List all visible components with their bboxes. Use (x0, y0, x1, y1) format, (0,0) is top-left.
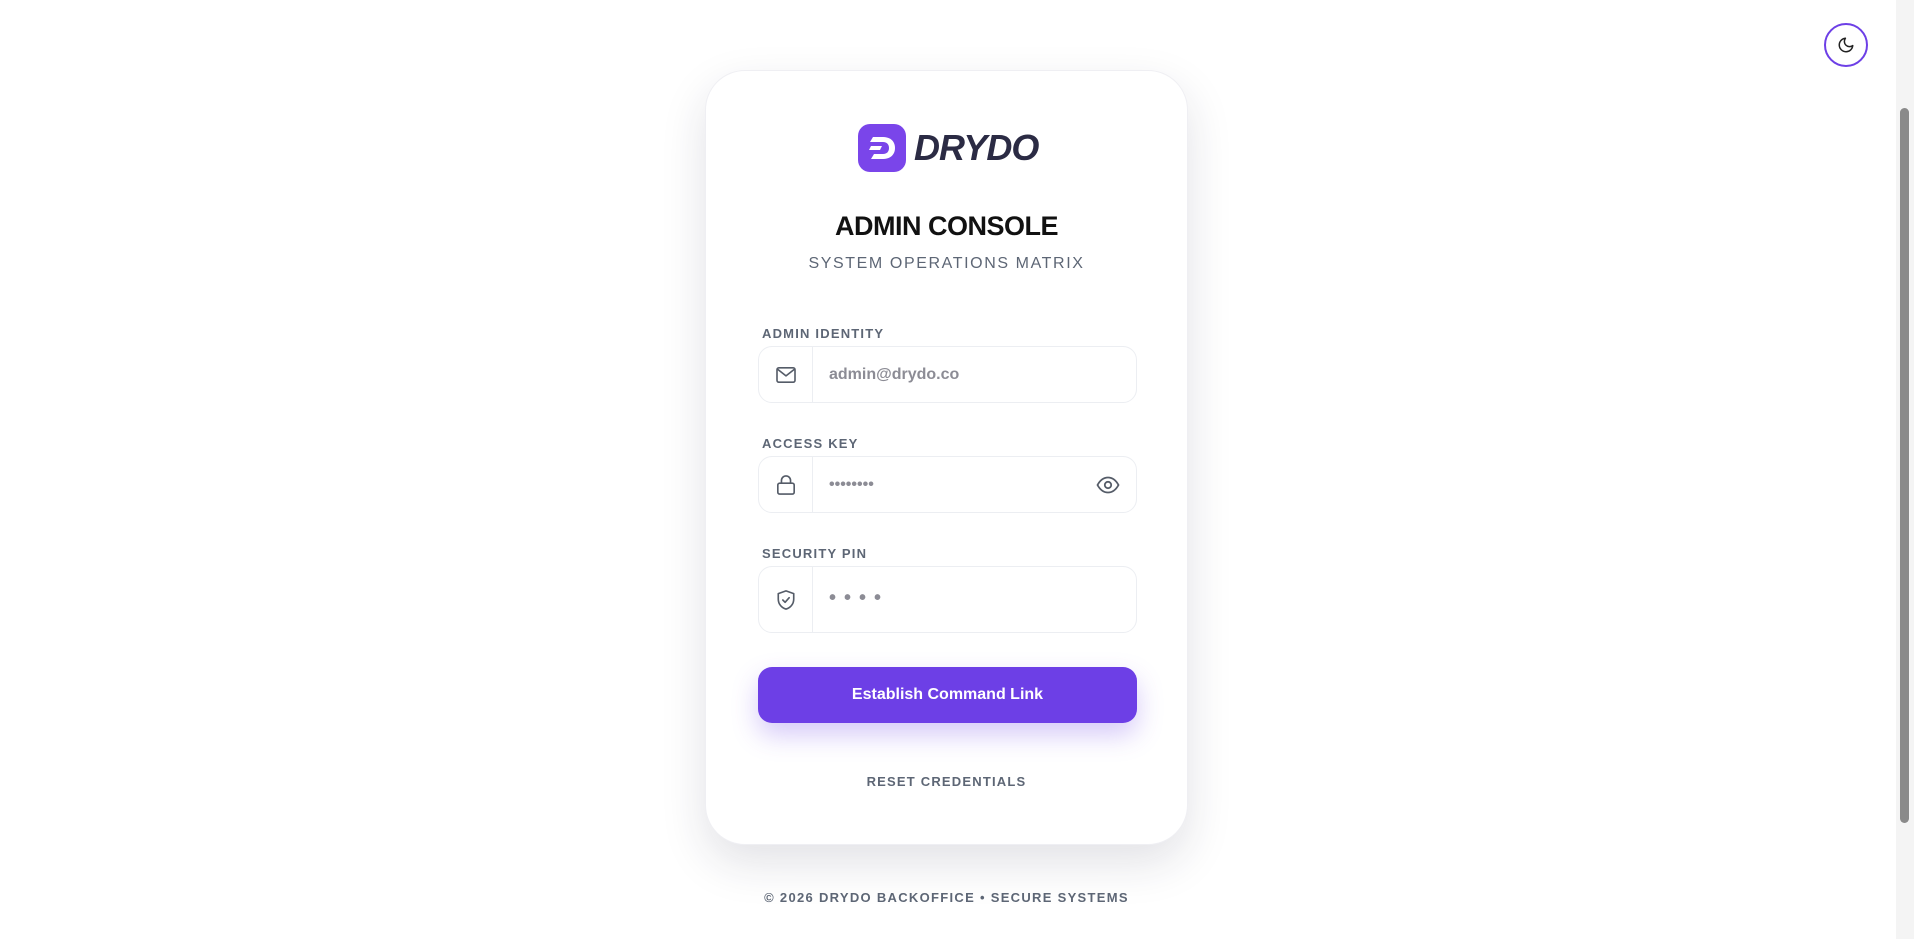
show-password-button[interactable] (1080, 457, 1136, 512)
access-key-input[interactable] (813, 457, 1080, 512)
admin-identity-label: ADMIN IDENTITY (762, 326, 885, 341)
shield-icon-box (759, 567, 813, 632)
drydo-logo-icon (858, 124, 906, 172)
brand-logo: DRYDO (858, 124, 1039, 172)
brand-name: DRYDO (914, 127, 1039, 168)
lock-icon-box (759, 457, 813, 512)
login-page: DRYDO ADMIN CONSOLE SYSTEM OPERATIONS MA… (0, 0, 1914, 939)
page-subtitle: SYSTEM OPERATIONS MATRIX (808, 255, 1085, 272)
lock-icon (776, 474, 795, 495)
establish-command-link-button[interactable]: Establish Command Link (758, 667, 1137, 723)
access-key-field (758, 456, 1137, 513)
access-key-label: ACCESS KEY (762, 436, 859, 451)
footer-copyright: © 2026 DRYDO BACKOFFICE • SECURE SYSTEMS (764, 890, 1129, 905)
admin-identity-field (758, 346, 1137, 403)
reset-credentials-link[interactable]: RESET CREDENTIALS (706, 774, 1187, 789)
theme-toggle-button[interactable] (1824, 23, 1868, 67)
security-pin-input[interactable] (813, 567, 1136, 632)
shield-check-icon (776, 589, 795, 610)
security-pin-field (758, 566, 1137, 633)
mail-icon-box (759, 347, 813, 402)
login-card: DRYDO ADMIN CONSOLE SYSTEM OPERATIONS MA… (705, 70, 1188, 845)
page-title: ADMIN CONSOLE (835, 211, 1059, 241)
scrollbar-thumb[interactable] (1900, 108, 1909, 823)
eye-icon (1096, 476, 1120, 493)
moon-icon (1838, 37, 1854, 53)
page-scrollbar[interactable] (1896, 0, 1914, 939)
mail-icon (775, 366, 796, 383)
security-pin-label: SECURITY PIN (762, 546, 868, 561)
admin-identity-input[interactable] (813, 347, 1136, 402)
